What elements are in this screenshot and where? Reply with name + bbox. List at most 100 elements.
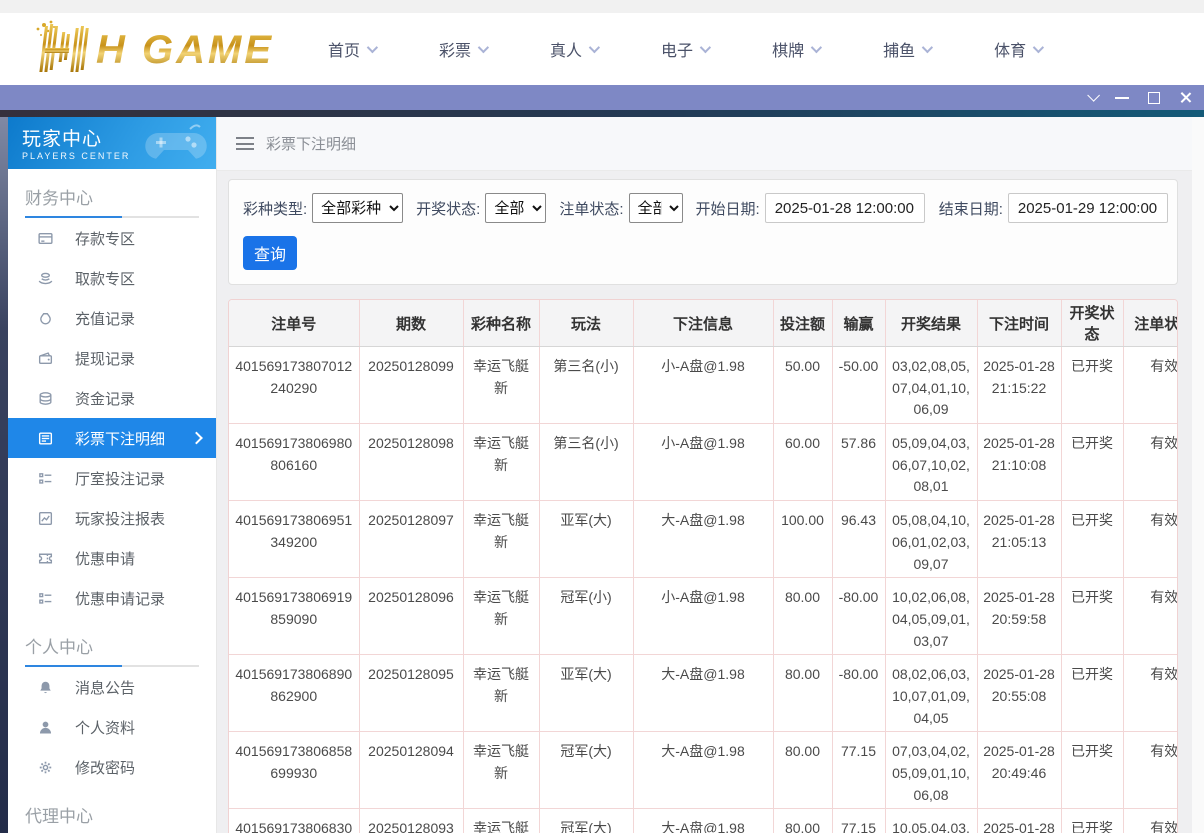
table-cell: 80.00 xyxy=(773,732,832,809)
window-frame-right xyxy=(1192,117,1204,833)
table-cell: 20250128093 xyxy=(359,809,463,833)
nav-item-fishing[interactable]: 捕鱼 xyxy=(883,37,930,61)
sidebar-item-label: 提现记录 xyxy=(75,348,135,369)
hamburger-icon[interactable] xyxy=(236,137,254,150)
table-cell: 05,08,04,10,06,01,02,03,09,07 xyxy=(885,501,977,578)
nav-item-lottery[interactable]: 彩票 xyxy=(439,37,486,61)
window-minimize-icon[interactable] xyxy=(1115,97,1129,99)
table-cell: 有效 xyxy=(1123,347,1178,424)
sidebar: 玩家中心 PLAYERS CENTER 财务中心 存款专区 取款专区 充值记录 xyxy=(8,117,217,833)
section-title-finance: 财务中心 xyxy=(25,184,199,218)
table-header-cell: 玩法 xyxy=(539,300,633,347)
table-cell: 96.43 xyxy=(832,501,885,578)
sidebar-item-label: 存款专区 xyxy=(75,228,135,249)
withdraw-hand-icon xyxy=(37,270,54,287)
table-cell: 401569173806951349200 xyxy=(229,501,359,578)
table-header-cell: 开奖结果 xyxy=(885,300,977,347)
svg-text:H GAME: H GAME xyxy=(96,28,274,72)
table-cell: 60.00 xyxy=(773,424,832,501)
section-title-agent: 代理中心 xyxy=(25,802,199,833)
bet-table-body: 40156917380701224029020250128099幸运飞艇新第三名… xyxy=(229,347,1178,833)
lottery-type-label: 彩种类型: xyxy=(243,198,307,219)
table-cell: 03,02,08,05,07,04,01,10,06,09 xyxy=(885,347,977,424)
table-cell: 已开奖 xyxy=(1061,501,1123,578)
table-cell: 20250128097 xyxy=(359,501,463,578)
table-cell: 401569173806980806160 xyxy=(229,424,359,501)
table-cell: 第三名(小) xyxy=(539,424,633,501)
window-dropdown-icon[interactable] xyxy=(1087,89,1100,102)
search-button[interactable]: 查询 xyxy=(243,236,297,270)
table-cell: 已开奖 xyxy=(1061,809,1123,833)
sidebar-item-promo-apply[interactable]: 优惠申请 xyxy=(8,538,216,578)
window-close-icon[interactable] xyxy=(1179,91,1192,104)
table-cell: 2025-01-28 20:55:08 xyxy=(977,655,1061,732)
table-cell: 幸运飞艇新 xyxy=(463,809,539,833)
start-date-input[interactable] xyxy=(765,193,925,223)
sidebar-item-hall-bet-record[interactable]: 厅室投注记录 xyxy=(8,458,216,498)
table-cell: 幸运飞艇新 xyxy=(463,578,539,655)
sidebar-item-label: 资金记录 xyxy=(75,388,135,409)
table-cell: 401569173806858699930 xyxy=(229,732,359,809)
sidebar-item-promo-apply-record[interactable]: 优惠申请记录 xyxy=(8,578,216,618)
table-cell: 大-A盘@1.98 xyxy=(633,809,773,833)
list-icon xyxy=(37,470,54,487)
table-cell: 10,02,06,08,04,05,09,01,03,07 xyxy=(885,578,977,655)
sidebar-item-player-bet-report[interactable]: 玩家投注报表 xyxy=(8,498,216,538)
sidebar-item-label: 个人资料 xyxy=(75,717,135,738)
sidebar-item-funds-record[interactable]: 资金记录 xyxy=(8,378,216,418)
sidebar-item-recharge-record[interactable]: 充值记录 xyxy=(8,298,216,338)
person-icon xyxy=(37,719,54,736)
table-cell: 100.00 xyxy=(773,501,832,578)
nav-item-chess[interactable]: 棋牌 xyxy=(772,37,819,61)
table-cell: 2025-01-28 21:10:08 xyxy=(977,424,1061,501)
sidebar-item-deposit[interactable]: 存款专区 xyxy=(8,218,216,258)
coins-icon xyxy=(37,390,54,407)
nav-item-live[interactable]: 真人 xyxy=(550,37,597,61)
sidebar-item-withdraw[interactable]: 取款专区 xyxy=(8,258,216,298)
sidebar-item-profile[interactable]: 个人资料 xyxy=(8,707,216,747)
hgame-logo[interactable]: H GAME xyxy=(8,18,276,81)
draw-status-select[interactable]: 全部 xyxy=(485,193,546,223)
table-cell: 08,02,06,03,10,07,01,09,04,05 xyxy=(885,655,977,732)
table-cell: 20250128094 xyxy=(359,732,463,809)
table-cell: 2025-01-28 20:45:01 xyxy=(977,809,1061,833)
nav-item-home[interactable]: 首页 xyxy=(328,37,375,61)
sidebar-item-label: 取款专区 xyxy=(75,268,135,289)
table-cell: 401569173806890862900 xyxy=(229,655,359,732)
table-cell: 401569173806830170930 xyxy=(229,809,359,833)
chevron-down-icon xyxy=(811,42,822,53)
lottery-type-select[interactable]: 全部彩种 xyxy=(312,193,403,223)
order-status-select[interactable]: 全部 xyxy=(629,193,683,223)
list-icon xyxy=(37,590,54,607)
table-cell: 第三名(小) xyxy=(539,347,633,424)
table-cell: 20250128095 xyxy=(359,655,463,732)
table-cell: 80.00 xyxy=(773,809,832,833)
sidebar-item-change-password[interactable]: 修改密码 xyxy=(8,747,216,787)
sidebar-item-lottery-bet-detail[interactable]: 彩票下注明细 xyxy=(8,418,216,458)
table-cell: 亚军(大) xyxy=(539,655,633,732)
table-cell: 20250128098 xyxy=(359,424,463,501)
table-cell: 2025-01-28 20:59:58 xyxy=(977,578,1061,655)
nav-item-electronic[interactable]: 电子 xyxy=(661,37,708,61)
sidebar-item-notices[interactable]: 消息公告 xyxy=(8,667,216,707)
table-row: 40156917380689086290020250128095幸运飞艇新亚军(… xyxy=(229,655,1178,732)
start-date-label: 开始日期: xyxy=(696,198,760,219)
table-cell: 幸运飞艇新 xyxy=(463,655,539,732)
window-maximize-icon[interactable] xyxy=(1148,92,1160,104)
table-cell: 80.00 xyxy=(773,655,832,732)
nav-item-sports[interactable]: 体育 xyxy=(994,37,1041,61)
chart-icon xyxy=(37,510,54,527)
table-cell: 有效 xyxy=(1123,501,1178,578)
ticket-icon xyxy=(37,550,54,567)
window-frame-left xyxy=(0,117,8,833)
table-header-row: 注单号期数彩种名称玩法下注信息投注额输赢开奖结果下注时间开奖状态注单状态 xyxy=(229,300,1178,347)
top-nav-bar: H GAME 首页 彩票 真人 电子 棋牌 捕鱼 体育 xyxy=(0,0,1204,85)
end-date-label: 结束日期: xyxy=(939,198,1003,219)
sidebar-item-withdraw-record[interactable]: 提现记录 xyxy=(8,338,216,378)
table-cell: 亚军(大) xyxy=(539,501,633,578)
wallet-icon xyxy=(37,350,54,367)
table-cell: 50.00 xyxy=(773,347,832,424)
table-header-cell: 注单号 xyxy=(229,300,359,347)
end-date-input[interactable] xyxy=(1008,193,1168,223)
table-row: 40156917380683017093020250128093幸运飞艇新冠军(… xyxy=(229,809,1178,833)
